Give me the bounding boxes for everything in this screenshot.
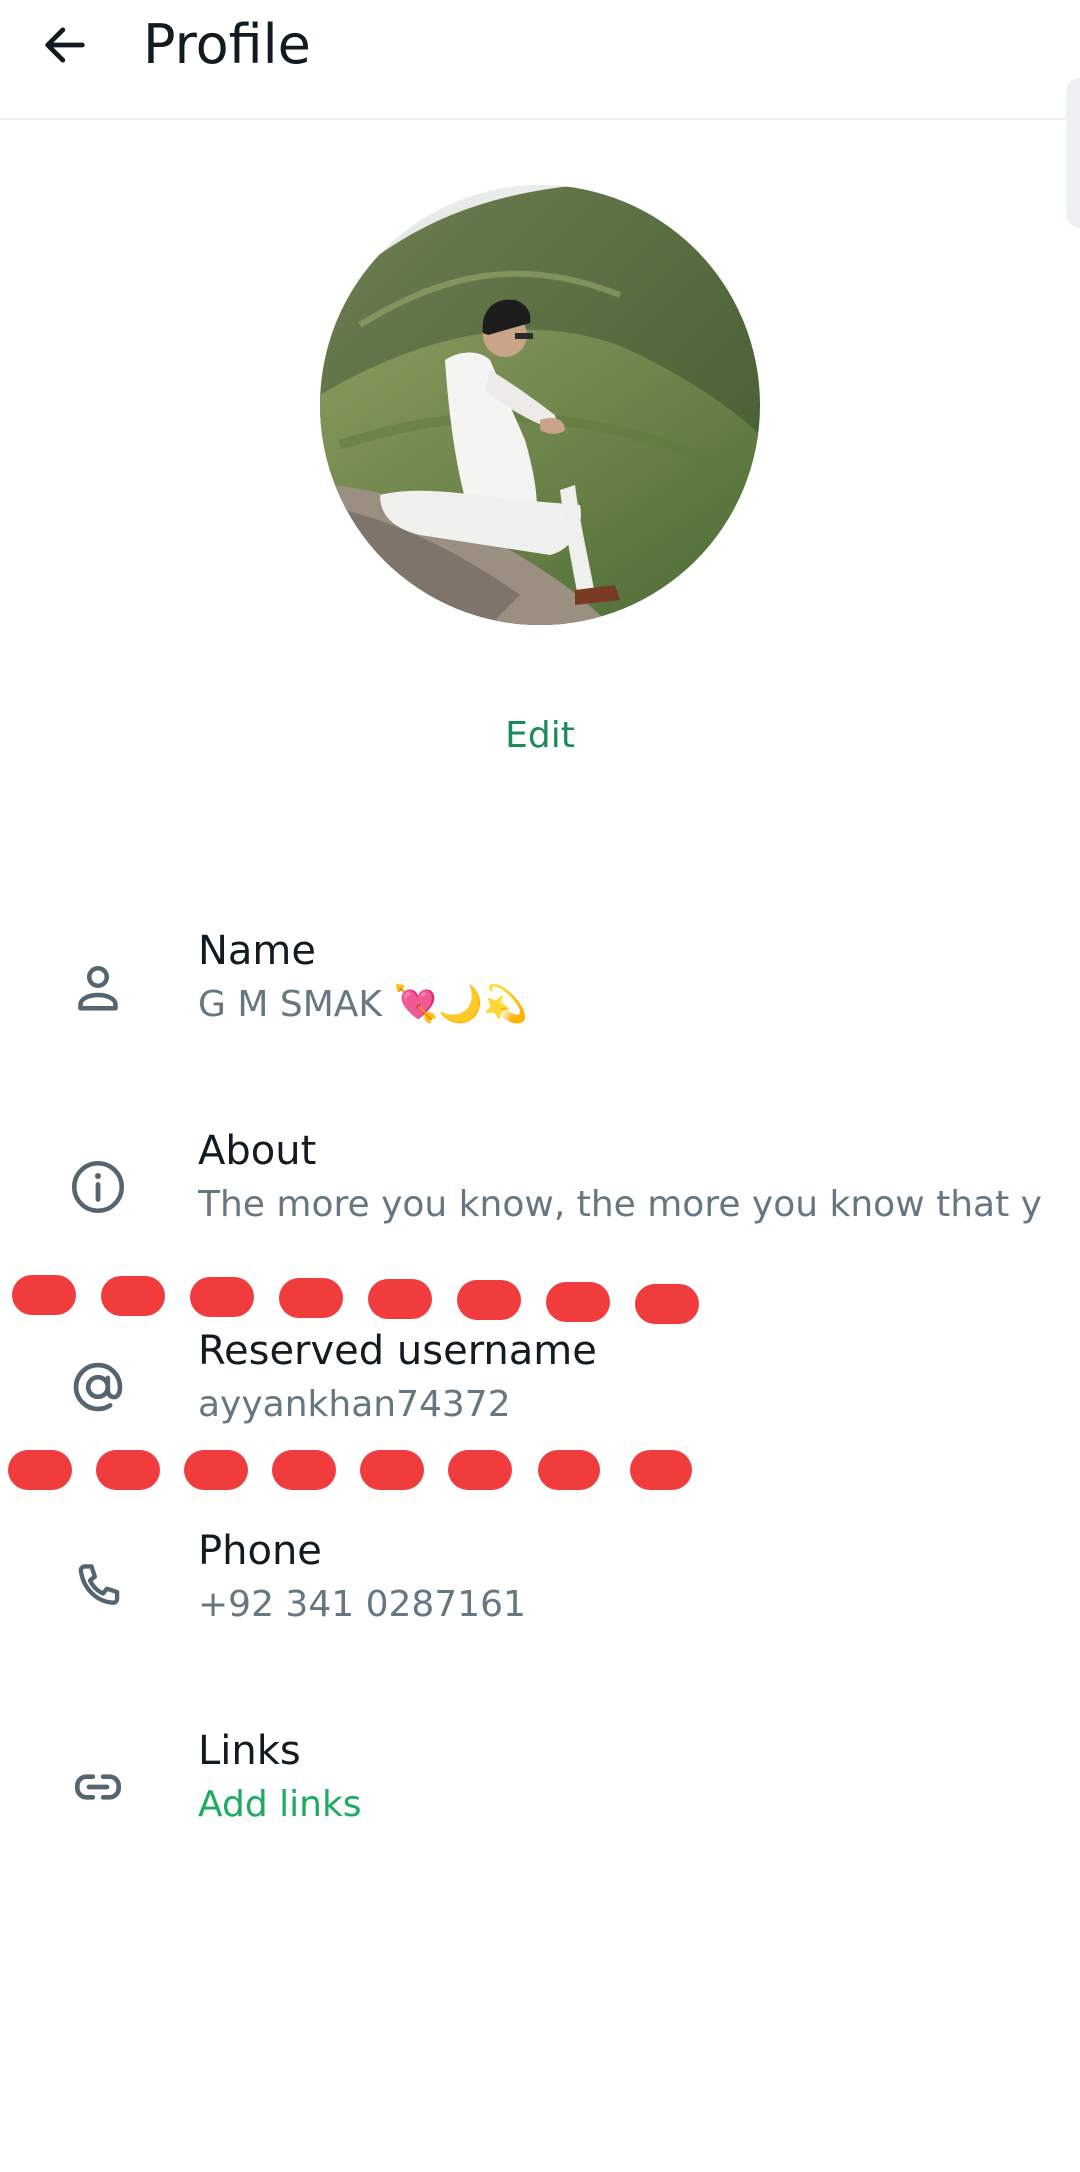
- edit-photo-link[interactable]: Edit: [440, 715, 640, 756]
- page-title: Profile: [143, 13, 311, 76]
- name-text: G M SMAK: [198, 984, 394, 1025]
- redaction-mark: [635, 1284, 699, 1324]
- app-header: Profile: [0, 0, 1080, 120]
- redaction-mark: [360, 1450, 424, 1490]
- phone-value: +92 341 0287161: [198, 1584, 526, 1625]
- edge-handle[interactable]: [1066, 78, 1080, 228]
- redaction-mark: [448, 1450, 512, 1490]
- redaction-mark: [272, 1450, 336, 1490]
- links-label: Links: [198, 1728, 301, 1774]
- redaction-mark: [538, 1450, 600, 1490]
- star-emoji: 💫: [483, 984, 528, 1025]
- back-button[interactable]: [30, 10, 100, 80]
- redaction-mark: [96, 1450, 160, 1490]
- name-row[interactable]: Name G M SMAK 💘🌙💫: [0, 925, 1080, 1065]
- at-sign-icon: [73, 1362, 123, 1412]
- username-label: Reserved username: [198, 1328, 597, 1374]
- profile-photo[interactable]: [320, 185, 760, 625]
- about-value: The more you know, the more you know tha…: [198, 1184, 1042, 1225]
- arrow-left-icon: [45, 27, 85, 63]
- redaction-mark: [630, 1450, 692, 1490]
- name-label: Name: [198, 928, 317, 974]
- redaction-mark: [101, 1276, 165, 1316]
- name-value: G M SMAK 💘🌙💫: [198, 981, 528, 1029]
- about-row[interactable]: About The more you know, the more you kn…: [0, 1125, 1080, 1265]
- username-value: ayyankhan74372: [198, 1384, 511, 1425]
- phone-label: Phone: [198, 1528, 322, 1574]
- profile-photo-image: [320, 185, 760, 625]
- redaction-mark: [190, 1277, 254, 1317]
- links-row[interactable]: Links Add links: [0, 1725, 1080, 1865]
- redaction-mark: [184, 1450, 248, 1490]
- person-icon: [78, 966, 118, 1011]
- link-icon: [75, 1774, 121, 1800]
- phone-icon: [78, 1564, 120, 1605]
- redaction-mark: [8, 1450, 72, 1490]
- redaction-mark: [368, 1279, 432, 1319]
- redaction-mark: [546, 1282, 610, 1322]
- about-label: About: [198, 1128, 317, 1174]
- redaction-mark: [12, 1275, 76, 1315]
- info-icon: [72, 1161, 124, 1213]
- redaction-mark: [457, 1280, 521, 1320]
- username-row[interactable]: Reserved username ayyankhan74372: [0, 1325, 1080, 1465]
- redaction-mark: [279, 1278, 343, 1318]
- heart-emoji: 💘: [393, 984, 439, 1025]
- moon-emoji: 🌙: [438, 984, 484, 1025]
- phone-row[interactable]: Phone +92 341 0287161: [0, 1525, 1080, 1665]
- add-links-link[interactable]: Add links: [198, 1781, 362, 1829]
